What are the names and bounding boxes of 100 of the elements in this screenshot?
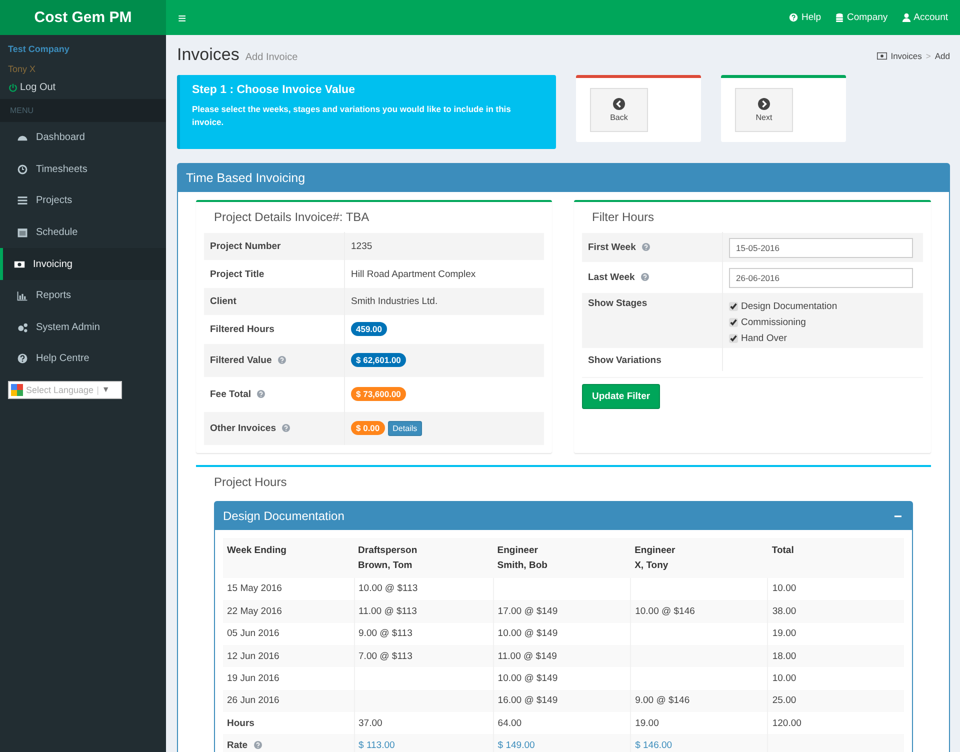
help-icon — [17, 353, 28, 364]
table-cell: 7.00 @ $113 — [358, 650, 412, 662]
amount-badge: $ 62,601.00 — [351, 353, 406, 368]
breadcrumb-separator: > — [926, 51, 931, 61]
card-title: Project Hours — [213, 474, 288, 491]
table-cell: 18.00 — [772, 650, 796, 662]
help-icon — [642, 243, 650, 251]
clock-icon — [17, 164, 28, 175]
field-label: Last Week — [582, 262, 722, 292]
field-label: Project Title — [204, 260, 344, 288]
collapse-button[interactable]: − — [892, 508, 904, 524]
table-cell: 37.00 — [358, 718, 382, 729]
user-name: Tony X — [8, 64, 37, 74]
table-cell: 10.00 @ $149 — [498, 673, 558, 684]
column-header: Week Ending — [227, 544, 286, 556]
row-label: 26 Jun 2016 — [227, 695, 280, 706]
back-button[interactable]: Back — [590, 88, 648, 132]
row-label: Hours — [227, 718, 254, 729]
sidebar-item[interactable]: Schedule — [0, 216, 166, 248]
field-value: Hill Road Apartment Complex — [351, 268, 476, 280]
date-input[interactable]: 26-06-2016 — [729, 268, 913, 288]
row-label: 22 May 2016 — [227, 606, 282, 617]
details-button[interactable]: Details — [388, 420, 422, 436]
help-icon — [640, 273, 649, 281]
step-description: Please select the weeks, stages and variations you would like to include in this invoice. — [192, 103, 512, 128]
table-cell: 120.00 — [772, 718, 802, 729]
stage-checkbox[interactable]: Hand Over — [729, 330, 917, 346]
rate-link[interactable]: $ 113.00 — [358, 740, 395, 752]
table-cell: 9.00 @ $146 — [635, 695, 690, 706]
stage-checkbox[interactable]: Commissioning — [729, 314, 917, 330]
field-label: Show Variations — [582, 348, 722, 371]
field-label: Project Number — [204, 232, 344, 260]
column-header: Engineer X, Tony — [634, 544, 676, 571]
field-value: Smith Industries Ltd. — [351, 296, 438, 308]
sidebar-item[interactable]: Reports — [0, 280, 166, 312]
table-cell: 17.00 @ $149 — [498, 606, 558, 617]
table-cell: 16.00 @ $149 — [498, 695, 558, 706]
field-label: Show Stages — [582, 292, 722, 348]
list-icon — [17, 195, 28, 206]
sidebar-item[interactable]: Dashboard — [0, 122, 166, 154]
table-cell: 11.00 @ $149 — [498, 650, 557, 662]
help-icon — [789, 13, 798, 22]
bar-chart-icon — [17, 290, 28, 302]
row-label: 15 May 2016 — [227, 583, 282, 594]
amount-badge: $ 73,600.00 — [351, 387, 406, 402]
table-cell: 10.00 @ $149 — [498, 628, 558, 640]
user-icon — [902, 13, 911, 22]
table-cell: 25.00 — [772, 695, 796, 706]
language-select[interactable]: Select Language | ▼ — [8, 380, 122, 399]
gears-icon — [17, 322, 28, 333]
field-label: Client — [204, 288, 344, 316]
table-cell: 19.00 — [772, 628, 796, 640]
step-title: Step 1 : Choose Invoice Value — [192, 84, 356, 96]
sidebar-item[interactable]: Timesheets — [0, 154, 166, 186]
power-icon — [8, 82, 18, 92]
row-label: 12 Jun 2016 — [227, 650, 280, 662]
table-cell: 10.00 @ $113 — [358, 583, 418, 594]
banknote-icon — [876, 52, 887, 60]
field-label: Fee Total — [204, 377, 344, 412]
brand-logo[interactable]: Cost Gem PM — [0, 0, 166, 35]
stage-checkbox[interactable]: Design Documentation — [729, 298, 917, 314]
table-cell: 19.00 — [635, 718, 659, 729]
column-header: Engineer Smith, Bob — [497, 544, 548, 571]
field-label: Filtered Hours — [204, 316, 344, 344]
page-subtitle: Add Invoice — [245, 52, 298, 63]
table-cell: 10.00 — [772, 583, 796, 594]
row-label: 05 Jun 2016 — [227, 628, 280, 640]
next-button[interactable]: Next — [735, 88, 793, 132]
sidebar-item[interactable]: Help Centre — [0, 343, 166, 375]
rate-link[interactable]: $ 149.00 — [498, 740, 535, 752]
field-label: Filtered Value — [204, 343, 344, 378]
page-title: Invoices — [177, 45, 240, 65]
stage-title: Design Documentation — [223, 508, 344, 523]
table-cell: 10.00 @ $146 — [635, 606, 695, 617]
logout-link[interactable]: Log Out — [8, 82, 158, 93]
google-icon — [11, 384, 23, 396]
company-name: Test Company — [8, 44, 70, 54]
column-header: Draftsperson Brown, Tom — [358, 544, 418, 571]
sidebar-item[interactable]: Invoicing — [0, 248, 166, 280]
amount-badge: $ 0.00 — [351, 420, 385, 435]
breadcrumb-link[interactable]: Invoices — [890, 51, 922, 61]
banknote-icon — [14, 258, 25, 270]
field-label: Other Invoices — [204, 411, 344, 445]
help-icon — [254, 741, 262, 750]
table-cell: 11.00 @ $113 — [358, 606, 417, 617]
breadcrumb-current: Add — [934, 51, 950, 61]
amount-badge: 459.00 — [351, 322, 387, 336]
table-cell: 10.00 — [772, 673, 796, 684]
help-icon — [257, 390, 265, 398]
sidebar-item[interactable]: Projects — [0, 185, 166, 217]
row-label: 19 Jun 2016 — [227, 673, 280, 684]
field-label: First Week — [582, 232, 722, 262]
date-input[interactable]: 15-05-2016 — [729, 238, 913, 258]
sidebar-item[interactable]: System Admin — [0, 312, 166, 344]
field-value: 1235 — [351, 240, 372, 252]
help-icon — [278, 356, 286, 364]
rate-link[interactable]: $ 146.00 — [635, 740, 672, 752]
calendar-icon — [17, 227, 28, 238]
help-icon — [282, 424, 290, 432]
database-icon — [835, 13, 844, 22]
